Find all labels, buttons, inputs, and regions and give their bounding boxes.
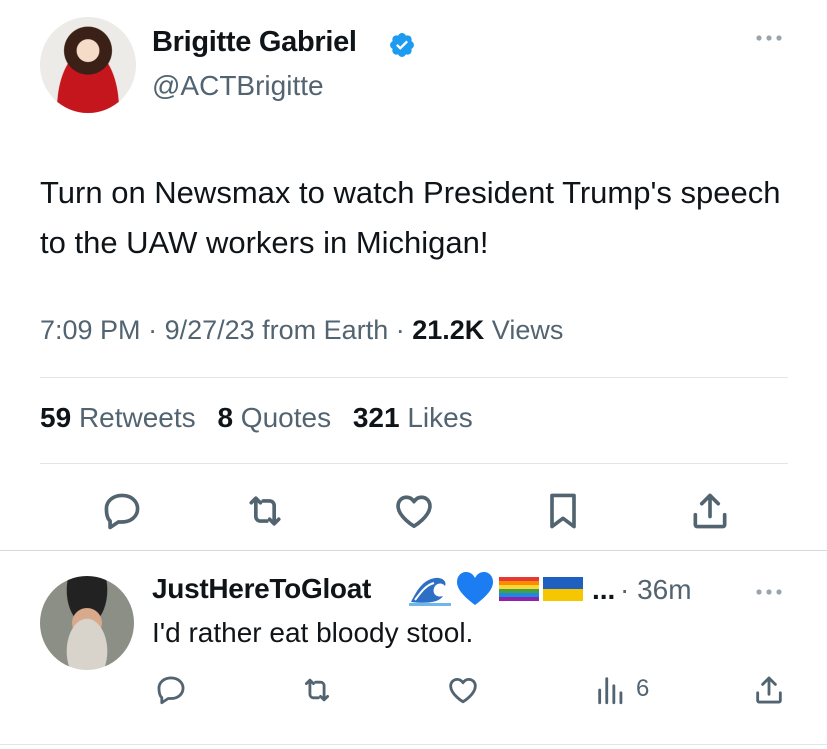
verified-badge-icon (390, 33, 414, 57)
author-avatar[interactable] (40, 17, 136, 113)
reply-reply-button[interactable] (154, 673, 188, 707)
thread-divider (0, 550, 827, 551)
views-icon (598, 677, 623, 705)
tweet-text: Turn on Newsmax to watch President Trump… (40, 175, 781, 260)
views-label: Views (491, 315, 564, 345)
bottom-divider (0, 744, 827, 745)
tweet-date[interactable]: 9/27/23 (165, 315, 255, 345)
likes-label: Likes (407, 402, 473, 433)
meta-separator: · (388, 315, 413, 345)
reply-icon (157, 676, 185, 705)
views-count: 21.2K (412, 315, 485, 345)
reply-views-button[interactable] (594, 673, 628, 707)
reply-more-options-icon[interactable] (752, 582, 786, 602)
reply-icon (104, 493, 140, 530)
quotes-stat[interactable]: 8 Quotes (217, 402, 331, 433)
more-options-icon[interactable] (752, 28, 786, 48)
tweet-source: from Earth (262, 315, 389, 345)
divider (40, 463, 788, 464)
retweet-icon (249, 496, 281, 526)
divider (40, 377, 788, 378)
tweet-time[interactable]: 7:09 PM (40, 315, 141, 345)
tweet-meta: 7:09 PM · 9/27/23 from Earth · 21.2K Vie… (40, 315, 563, 346)
share-button[interactable] (688, 489, 732, 533)
reply-views-count: 6 (636, 675, 650, 702)
name-truncation: ... (592, 574, 616, 605)
author-display-name[interactable]: Brigitte Gabriel (152, 26, 357, 59)
retweets-label: Retweets (78, 402, 196, 433)
retweet-button[interactable] (243, 489, 287, 533)
retweets-count: 59 (40, 402, 72, 433)
likes-stat[interactable]: 321 Likes (353, 402, 473, 433)
share-icon (756, 676, 782, 704)
likes-count: 321 (352, 402, 400, 433)
author-handle[interactable]: @ACTBrigitte (152, 70, 324, 102)
like-button[interactable] (392, 489, 436, 533)
meta-separator: · (140, 315, 165, 345)
quotes-label: Quotes (240, 402, 332, 433)
wave-icon (409, 577, 451, 606)
reply-author-avatar[interactable] (40, 576, 134, 670)
reply-like-button[interactable] (446, 673, 480, 707)
like-icon (449, 677, 477, 704)
reply-retweet-button[interactable] (300, 673, 334, 707)
reply-text: I'd rather eat bloody stool. (152, 617, 474, 648)
rainbow-flag-icon (499, 577, 539, 601)
like-icon (396, 495, 432, 529)
quotes-count: 8 (217, 402, 234, 433)
retweet-icon (304, 678, 330, 702)
reply-author-name[interactable]: JustHereToGloat (152, 573, 371, 605)
retweets-stat[interactable]: 59 Retweets (40, 402, 196, 433)
bookmark-icon (550, 493, 576, 529)
reply-share-button[interactable] (752, 673, 786, 707)
reply-time[interactable]: · 36m (620, 574, 692, 606)
reply-button[interactable] (100, 489, 144, 533)
share-icon (693, 493, 727, 529)
tweet-stats: 59 Retweets 8 Quotes 321 Likes (40, 402, 473, 434)
ukraine-flag-icon (543, 577, 583, 601)
blue-heart-icon (457, 572, 493, 605)
reply-author-emojis (409, 571, 583, 607)
bookmark-button[interactable] (541, 489, 585, 533)
